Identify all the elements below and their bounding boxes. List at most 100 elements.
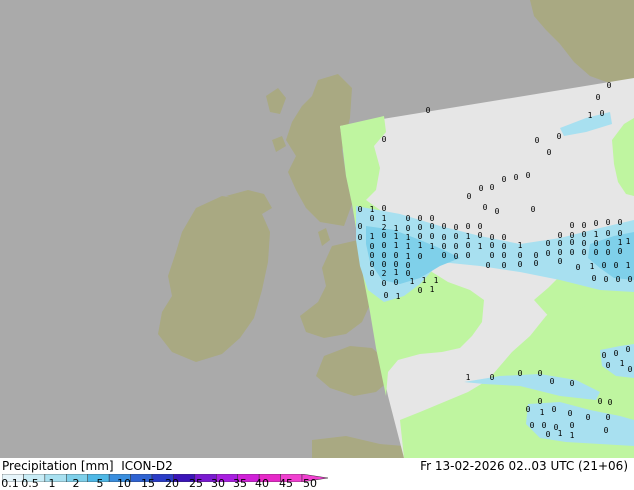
precip-value-marker: 0 [602,351,607,360]
precip-value-marker: 0 [382,260,387,269]
precip-value-marker: 1 [394,241,399,250]
precip-value-marker: 0 [594,248,599,257]
scale-tick-label: 0.5 [21,477,39,490]
precip-value-marker: 0 [430,232,435,241]
precip-value-marker: 0 [430,222,435,231]
precip-value-marker: 0 [394,278,399,287]
precip-value-marker: 0 [442,233,447,242]
precip-value-marker: 0 [454,223,459,232]
precip-value-marker: 0 [406,214,411,223]
precip-value-marker: 0 [596,93,601,102]
precip-value-marker: 0 [382,241,387,250]
precip-value-marker: 1 [558,429,563,438]
precip-value-marker: 1 [382,214,387,223]
precip-value-marker: 0 [502,175,507,184]
precip-value-marker: 1 [394,232,399,241]
precip-value-marker: 0 [606,229,611,238]
precip-value-marker: 0 [418,232,423,241]
precip-value-marker: 0 [618,229,623,238]
precip-value-marker: 1 [430,285,435,294]
precip-value-marker: 0 [502,251,507,260]
precip-value-marker: 0 [618,247,623,256]
precip-value-marker: 2 [382,269,387,278]
precip-value-marker: 0 [382,204,387,213]
precip-value-marker: 0 [618,218,623,227]
precip-value-marker: 1 [570,431,575,440]
precip-value-marker: 1 [626,261,631,270]
precip-value-marker: 1 [410,277,415,286]
precip-value-marker: 0 [418,223,423,232]
precip-value-marker: 0 [606,218,611,227]
precip-value-marker: 0 [518,251,523,260]
precip-value-marker: 0 [542,421,547,430]
precip-value-marker: 0 [586,413,591,422]
precip-value-marker: 0 [442,222,447,231]
precip-value-marker: 0 [467,192,472,201]
precip-value-marker: 0 [626,345,631,354]
precip-value-marker: 0 [466,241,471,250]
precip-value-marker: 0 [531,205,536,214]
precip-value-marker: 0 [418,214,423,223]
precip-value-marker: 1 [370,205,375,214]
precip-value-marker: 0 [486,261,491,270]
precip-value-marker: 0 [418,286,423,295]
precip-value-marker: 0 [557,132,562,141]
scale-tick-label: 2 [72,477,80,490]
precip-value-marker: 0 [594,239,599,248]
scale-tick-label: 15 [141,477,155,490]
precip-value-marker: 0 [530,421,535,430]
precip-value-marker: 0 [604,426,609,435]
precip-value-marker: 0 [518,260,523,269]
precip-value-marker: 0 [550,377,555,386]
precip-value-marker: 0 [606,361,611,370]
precip-value-marker: 0 [495,207,500,216]
precip-value-marker: 1 [478,242,483,251]
precip-value-marker: 0 [614,261,619,270]
precip-value-marker: 1 [618,238,623,247]
precip-value-marker: 1 [406,242,411,251]
scale-tick-label: 5 [96,477,104,490]
precip-value-marker: 0 [534,259,539,268]
precip-value-marker: 0 [570,379,575,388]
precip-value-marker: 0 [490,241,495,250]
precip-value-marker: 0 [558,257,563,266]
precip-value-marker: 0 [502,233,507,242]
precip-value-marker: 1 [518,241,523,250]
precip-value-marker: 0 [370,242,375,251]
precip-value-marker: 0 [502,261,507,270]
precip-value-marker: 0 [479,184,484,193]
precip-value-marker: 1 [406,233,411,242]
precip-value-marker: 0 [358,233,363,242]
precip-value-marker: 0 [406,224,411,233]
precip-value-marker: 0 [535,136,540,145]
scale-tick-label: 30 [211,477,225,490]
precip-value-marker: 0 [606,239,611,248]
precip-value-marker: 1 [394,268,399,277]
precip-value-marker: 0 [490,183,495,192]
precip-value-marker: 0 [514,173,519,182]
precip-value-marker: 0 [582,248,587,257]
scale-tick-label: 1 [48,477,56,490]
precip-value-marker: 0 [454,252,459,261]
precip-value-marker: 1 [620,359,625,368]
precip-value-marker: 0 [502,242,507,251]
precip-value-marker: 0 [602,261,607,270]
precip-value-marker: 0 [600,109,605,118]
valid-time: Fr 13-02-2026 02..03 UTC (21+06) [420,459,628,473]
precip-value-marker: 0 [607,81,612,90]
precip-value-marker: 0 [478,222,483,231]
precip-value-marker: 0 [582,230,587,239]
precip-value-marker: 1 [466,373,471,382]
precip-value-marker: 0 [576,263,581,272]
scale-tick-label: 40 [255,477,269,490]
precip-value-marker: 0 [442,251,447,260]
scale-tick-label: 45 [279,477,293,490]
precip-value-marker: 0 [568,409,573,418]
precip-value-marker: 1 [396,292,401,301]
precip-value-marker: 0 [614,349,619,358]
precip-value-marker: 0 [582,221,587,230]
precip-value-marker: 0 [570,421,575,430]
precip-value-marker: 0 [594,219,599,228]
precip-value-marker: 0 [370,260,375,269]
precip-value-marker: 0 [552,405,557,414]
